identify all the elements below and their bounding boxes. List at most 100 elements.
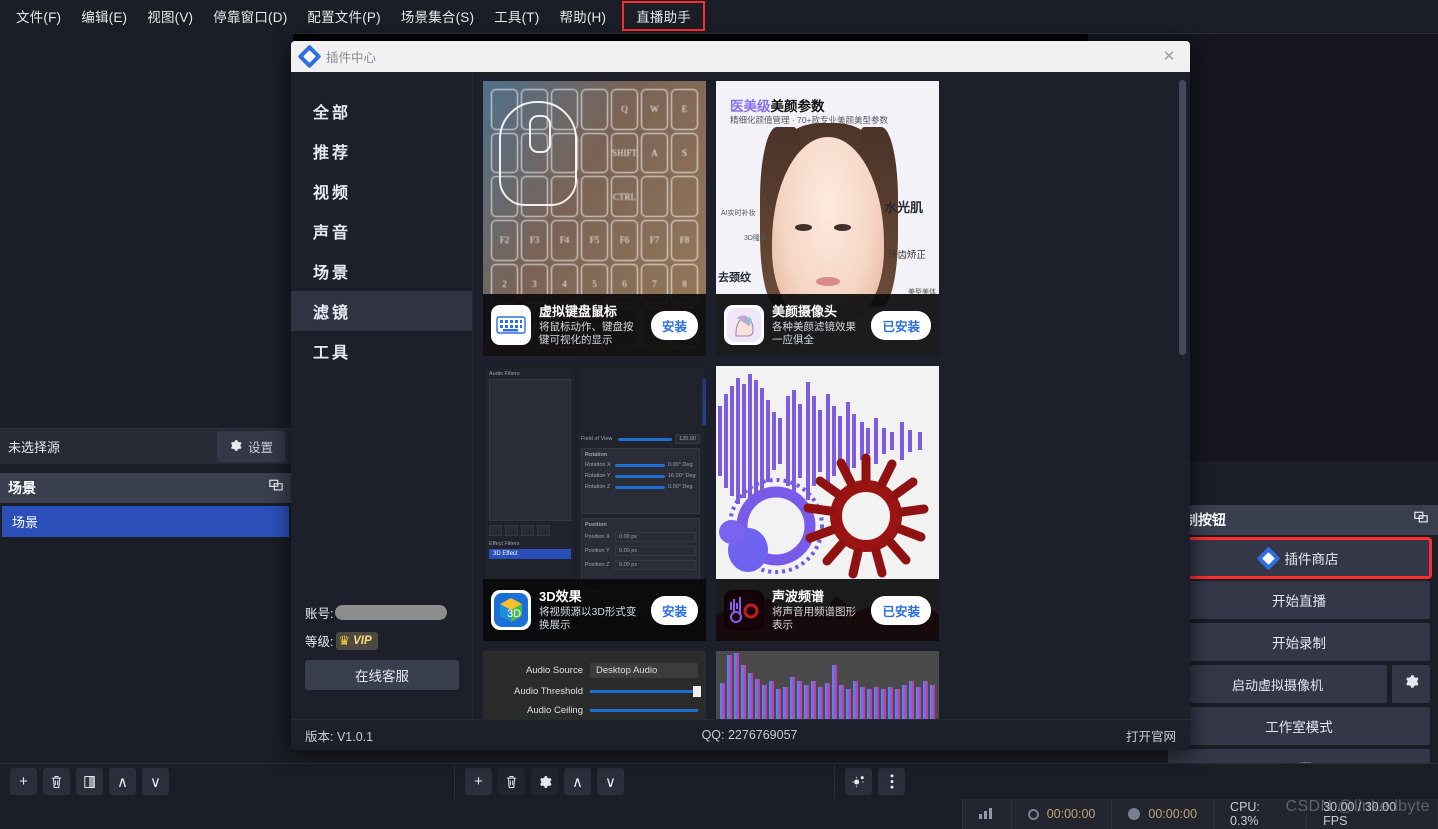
menu-profile[interactable]: 配置文件(P) <box>297 2 390 30</box>
scene-list-item[interactable]: 场景 <box>2 506 289 537</box>
af-audio-threshold-label: Audio Threshold <box>513 686 583 697</box>
menu-file[interactable]: 文件(F) <box>6 2 71 30</box>
scene-move-down-button[interactable]: ∨ <box>142 768 169 795</box>
plugin-installed-button[interactable]: 已安装 <box>871 595 931 625</box>
control-row-virtual-cam: 启动虚拟摄像机 <box>1168 665 1430 703</box>
position-group-label: Position <box>585 522 607 528</box>
rotation-y-slider <box>615 474 665 478</box>
close-icon[interactable]: ✕ <box>1158 45 1180 67</box>
plugin-desc: 各种美颜滤镜效果一应俱全 <box>772 320 856 346</box>
start-recording-button[interactable]: 开始录制 <box>1168 623 1430 661</box>
3d-preview-screen <box>702 372 706 432</box>
obs-main-window: 文件(F) 编辑(E) 视图(V) 停靠窗口(D) 配置文件(P) 场景集合(S… <box>0 0 1438 829</box>
gear-icon <box>229 439 242 455</box>
menu-edit[interactable]: 编辑(E) <box>71 2 137 30</box>
plugin-installed-button[interactable]: 已安装 <box>871 310 931 340</box>
af-audio-source-value: Desktop Audio <box>590 663 698 678</box>
dialog-title-bar[interactable]: 插件中心 ✕ <box>291 41 1190 72</box>
category-filter[interactable]: 滤镜 <box>291 291 472 331</box>
plugin-card-scroll[interactable]: QWE SHIFT A S CTRL F2 F3 F4 F5 F6 F7 F8 2 <box>473 72 1190 750</box>
level-line: 等级: ♛ VIP <box>305 631 459 650</box>
add-source-button[interactable]: + <box>465 768 492 795</box>
menu-view[interactable]: 视图(V) <box>137 2 203 30</box>
plugin-center-dialog: 插件中心 ✕ 全部 推荐 视频 声音 场景 滤镜 工具 账号: 等级: ♛ VI… <box>291 41 1190 750</box>
scene-filters-button[interactable] <box>76 768 103 795</box>
source-move-down-button[interactable]: ∨ <box>597 768 624 795</box>
scene-move-up-button[interactable]: ∧ <box>109 768 136 795</box>
audio-filters-list <box>489 379 571 521</box>
menu-tools[interactable]: 工具(T) <box>484 2 549 30</box>
control-row-start-record: 开始录制 <box>1168 623 1430 661</box>
menu-help[interactable]: 帮助(H) <box>549 2 616 30</box>
audio-filters-label: Audio Filters <box>489 371 520 377</box>
plugin-card-footer: 声波频谱 将声音用频谱图形表示 已安装 <box>716 579 939 641</box>
status-spacer <box>0 799 962 829</box>
plugin-card-virtual-keyboard[interactable]: QWE SHIFT A S CTRL F2 F3 F4 F5 F6 F7 F8 2 <box>483 81 706 356</box>
transition-more-button[interactable] <box>878 768 905 795</box>
add-scene-button[interactable]: + <box>10 768 37 795</box>
beauty-label-0: AI实时补妆 <box>721 210 756 217</box>
plugin-card-spectrum-art[interactable]: 声波频谱 将声音用频谱图形表示 已安装 <box>716 366 939 641</box>
source-settings-button[interactable]: 设置 <box>216 431 285 462</box>
mouse-outline-icon <box>499 101 577 206</box>
dialog-body: 全部 推荐 视频 声音 场景 滤镜 工具 账号: 等级: ♛ VIP 在线客服 … <box>291 72 1190 750</box>
af-audio-threshold-row: Audio Threshold <box>483 686 706 697</box>
af-audio-ceiling-label: Audio Ceiling <box>527 705 583 716</box>
dock-float-icon-controls[interactable] <box>1414 511 1428 529</box>
transition-settings-button[interactable] <box>845 768 872 795</box>
vip-label: VIP <box>353 634 372 647</box>
source-toolbar: 未选择源 设置 <box>0 428 293 464</box>
plugin-store-button[interactable]: 插件商店 <box>1166 537 1432 579</box>
plugin-desc: 将声音用频谱图形表示 <box>772 605 856 631</box>
beauty-face-icon <box>724 305 764 345</box>
plugin-card-footer: 3D 3D效果 将视频源以3D形式变换展示 安装 <box>483 579 706 641</box>
category-scene[interactable]: 场景 <box>291 251 472 291</box>
source-properties-button[interactable] <box>531 768 558 795</box>
card-scrollbar[interactable] <box>1179 80 1186 734</box>
card-scrollbar-thumb[interactable] <box>1179 80 1186 355</box>
menu-live-assistant[interactable]: 直播助手 <box>622 1 706 31</box>
source-move-up-button[interactable]: ∧ <box>564 768 591 795</box>
remove-source-button[interactable] <box>498 768 525 795</box>
open-website-link[interactable]: 打开官网 <box>1126 726 1176 745</box>
plugin-card-beauty-camera[interactable]: 医美级美颜参数 精细化颜值管理 · 70+款专业美颜美型参数 AI实时补妆 3D… <box>716 81 939 356</box>
plugin-name: 美颜摄像头 <box>772 303 838 319</box>
virtual-camera-settings-button[interactable] <box>1392 665 1430 703</box>
source-toolbar-buttons: + ∧ ∨ <box>455 764 634 800</box>
menu-dock[interactable]: 停靠窗口(D) <box>203 2 297 30</box>
gear-icon-virtual-cam <box>1404 674 1419 694</box>
plugin-name: 3D效果 <box>539 588 582 604</box>
dock-float-icon[interactable] <box>269 479 283 497</box>
start-streaming-button[interactable]: 开始直播 <box>1168 581 1430 619</box>
category-nav: 全部 推荐 视频 声音 场景 滤镜 工具 <box>291 72 472 371</box>
plugin-install-button[interactable]: 安装 <box>650 310 698 340</box>
position-z-value: 0.00 px <box>615 560 696 570</box>
plugin-card-3d-effect[interactable]: Audio Filters Effect Filters 3D Effect F… <box>483 366 706 641</box>
category-all[interactable]: 全部 <box>291 91 472 131</box>
studio-mode-button[interactable]: 工作室模式 <box>1168 707 1430 745</box>
start-virtual-camera-button[interactable]: 启动虚拟摄像机 <box>1168 665 1387 703</box>
beauty-title-highlight: 医美级 <box>730 99 771 114</box>
online-support-button[interactable]: 在线客服 <box>305 660 459 690</box>
control-row-studio-mode: 工作室模式 <box>1168 707 1430 745</box>
position-y-label: Position Y <box>585 548 610 554</box>
af-audio-threshold-slider <box>590 686 701 697</box>
account-value-redacted <box>335 605 448 620</box>
spectrum-art-icon <box>724 590 764 630</box>
plugin-store-label: 插件商店 <box>1284 552 1339 567</box>
af-audio-ceiling-row: Audio Ceiling <box>483 705 706 716</box>
category-audio[interactable]: 声音 <box>291 211 472 251</box>
beauty-title-rest: 美颜参数 <box>770 99 825 114</box>
category-recommended[interactable]: 推荐 <box>291 131 472 171</box>
position-group: Position Position X 0.00 px Position Y 0… <box>581 518 700 580</box>
bottom-toolbar: + ∧ ∨ + ∧ ∨ <box>0 763 1438 800</box>
menu-scene-collection[interactable]: 场景集合(S) <box>391 2 484 30</box>
record-time-value: 00:00:00 <box>1148 807 1198 821</box>
scenes-list[interactable]: 场景 <box>2 506 289 746</box>
add-filter-icon <box>489 525 502 536</box>
category-video[interactable]: 视频 <box>291 171 472 211</box>
status-bar: 00:00:00 00:00:00 CPU: 0.3% 30.00 / 30.0… <box>0 799 1438 829</box>
plugin-install-button[interactable]: 安装 <box>650 595 698 625</box>
category-tools[interactable]: 工具 <box>291 331 472 371</box>
remove-scene-button[interactable] <box>43 768 70 795</box>
